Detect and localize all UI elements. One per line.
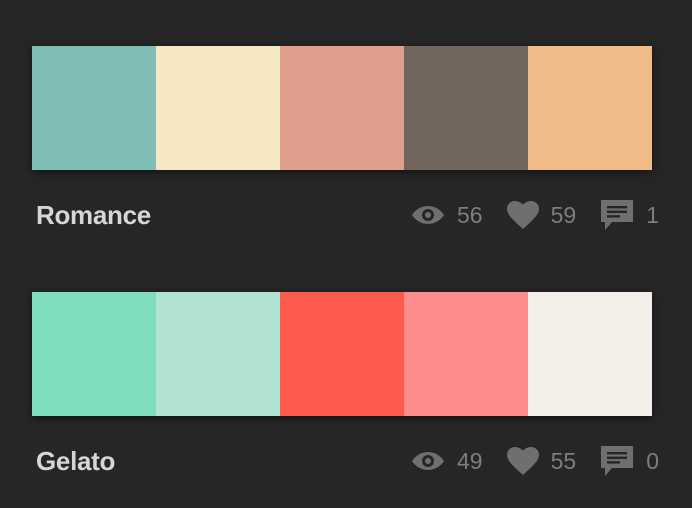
color-palette[interactable] [32, 46, 652, 170]
color-swatch[interactable] [528, 292, 652, 416]
comments-stat[interactable]: 1 [600, 199, 659, 231]
likes-count: 55 [550, 447, 577, 474]
heart-icon [506, 447, 539, 475]
likes-stat[interactable]: 55 [506, 447, 577, 475]
color-swatch[interactable] [528, 46, 652, 170]
views-stat[interactable]: 49 [411, 448, 483, 475]
color-swatch[interactable] [32, 292, 156, 416]
theme-stats: 49 55 0 [411, 446, 659, 476]
color-swatch[interactable] [280, 46, 404, 170]
views-count: 49 [457, 447, 483, 474]
color-swatch[interactable] [32, 46, 156, 170]
color-swatch[interactable] [404, 46, 528, 170]
theme-name[interactable]: Romance [36, 200, 151, 231]
comments-count: 0 [646, 447, 659, 474]
color-swatch[interactable] [280, 292, 404, 416]
comments-stat[interactable]: 0 [600, 445, 659, 477]
likes-stat[interactable]: 59 [506, 201, 577, 229]
eye-icon [412, 206, 445, 224]
color-swatch[interactable] [156, 292, 280, 416]
views-stat[interactable]: 56 [411, 202, 483, 229]
theme-card: Romance 56 59 1 [32, 46, 659, 238]
theme-info: Romance 56 59 1 [32, 198, 659, 238]
theme-card: Gelato 49 55 0 [32, 292, 659, 484]
color-swatch[interactable] [404, 292, 528, 416]
theme-info: Gelato 49 55 0 [32, 444, 659, 484]
theme-name[interactable]: Gelato [36, 446, 115, 477]
color-palette[interactable] [32, 292, 652, 416]
heart-icon [506, 201, 539, 229]
comment-icon [601, 446, 634, 476]
views-count: 56 [457, 201, 483, 228]
likes-count: 59 [550, 201, 577, 228]
theme-stats: 56 59 1 [411, 200, 659, 230]
eye-icon [412, 452, 445, 470]
comment-icon [601, 200, 634, 230]
comments-count: 1 [646, 201, 659, 228]
color-swatch[interactable] [156, 46, 280, 170]
